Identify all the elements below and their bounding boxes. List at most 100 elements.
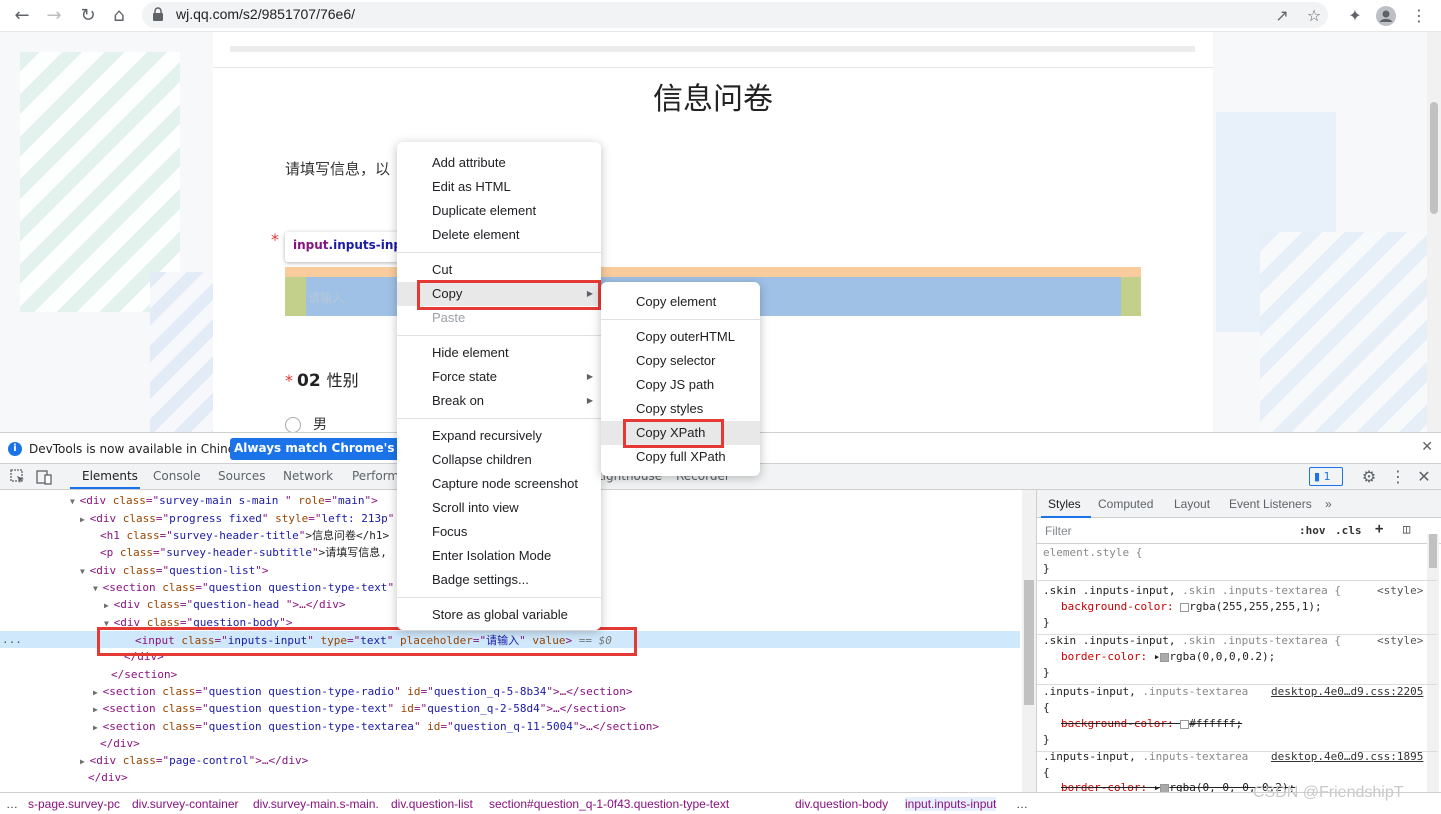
scrollbar-thumb[interactable] (1429, 534, 1437, 568)
breadcrumb-item[interactable]: div.survey-container (132, 797, 239, 811)
dom-node-row[interactable]: ▶ <div class="page-control">…</div> (80, 752, 308, 769)
tab-event-listeners[interactable]: Event Listeners (1229, 497, 1312, 511)
back-arrow-icon[interactable]: ← (10, 4, 34, 28)
scrollbar-thumb[interactable] (1024, 580, 1034, 705)
rule-source[interactable]: <style> (1377, 583, 1423, 599)
breadcrumb-item[interactable]: div.survey-main.s-main. (253, 797, 379, 811)
settings-gear-icon[interactable]: ⚙ (1357, 465, 1381, 489)
tab-sources[interactable]: Sources (218, 469, 265, 483)
expand-triangle-icon[interactable]: ▼ (93, 584, 103, 593)
toggle-sidebar-icon[interactable]: ◫ (1403, 522, 1410, 536)
menu-item-copy-element[interactable]: Copy element (601, 290, 760, 314)
close-icon[interactable]: ✕ (1412, 465, 1436, 489)
hov-button[interactable]: :hov (1299, 524, 1326, 537)
menu-item-copy-selector[interactable]: Copy selector (601, 349, 760, 373)
share-icon[interactable]: ↗ (1270, 4, 1294, 28)
menu-item-copy-outerhtml[interactable]: Copy outerHTML (601, 325, 760, 349)
dom-node-row[interactable]: ▼ <div class="survey-main s-main " role=… (70, 492, 378, 509)
dom-node-row[interactable]: ▼ <section class="question question-type… (93, 579, 394, 596)
collapsed-triangle-icon[interactable]: ▶ (93, 723, 103, 732)
breadcrumb-ellipsis[interactable]: … (1016, 797, 1028, 811)
forward-arrow-icon[interactable]: → (42, 4, 66, 28)
rule-source-link[interactable]: desktop.4e0…d9.css:1895 (1271, 749, 1423, 765)
tab-layout[interactable]: Layout (1174, 497, 1210, 511)
dom-node-row[interactable]: <p class="survey-header-subtitle">请填写信息, (100, 544, 387, 561)
bookmark-star-icon[interactable]: ☆ (1302, 4, 1326, 28)
dom-node-row[interactable]: </section> (111, 666, 177, 683)
kebab-menu-icon[interactable]: ⋮ (1386, 465, 1410, 489)
breadcrumb-item[interactable]: div.question-list (391, 797, 473, 811)
address-bar[interactable]: wj.qq.com/s2/9851707/76e6/ (142, 2, 1328, 28)
dom-node-row[interactable]: ▼ <div class="question-list"> (80, 562, 268, 579)
radio-button[interactable] (285, 417, 301, 432)
tab-computed[interactable]: Computed (1098, 497, 1153, 511)
menu-item-duplicate-element[interactable]: Duplicate element (397, 199, 601, 223)
menu-item-edit-as-html[interactable]: Edit as HTML (397, 175, 601, 199)
menu-item-force-state[interactable]: Force state ▶ (397, 365, 601, 389)
color-swatch[interactable] (1180, 719, 1190, 729)
menu-item-cut[interactable]: Cut (397, 258, 601, 282)
device-toolbar-icon[interactable] (36, 469, 52, 485)
home-icon[interactable]: ⌂ (107, 4, 131, 28)
rule-source[interactable]: <style> (1377, 633, 1423, 649)
breadcrumb-item-active[interactable]: input.inputs-input (905, 797, 997, 811)
style-declaration-overridden[interactable]: background-color: #ffffff; (1061, 716, 1242, 732)
breadcrumb-item[interactable]: div.question-body (795, 797, 888, 811)
tab-console[interactable]: Console (153, 469, 201, 483)
dom-node-row[interactable]: ▶ <div class="progress fixed" style="lef… (80, 510, 394, 527)
dom-node-row[interactable]: <h1 class="survey-header-title">信息问卷</h1… (100, 527, 389, 544)
rule-source-link[interactable]: desktop.4e0…d9.css:2205 (1271, 684, 1423, 700)
color-swatch[interactable] (1160, 652, 1170, 662)
match-language-button[interactable]: Always match Chrome's language (230, 438, 400, 460)
expand-triangle-icon[interactable]: ▼ (70, 497, 80, 506)
dom-node-row[interactable]: </div> (100, 735, 140, 752)
style-declaration[interactable]: border-color: ▸ rgba(0,0,0,0.2); (1061, 649, 1275, 665)
extensions-puzzle-icon[interactable]: ✦ (1343, 4, 1367, 28)
menu-item-badge-settings[interactable]: Badge settings... (397, 568, 601, 592)
profile-avatar-icon[interactable] (1374, 4, 1398, 28)
dom-node-row[interactable]: </div> (88, 769, 128, 786)
menu-item-copy-full-xpath[interactable]: Copy full XPath (601, 445, 760, 469)
styles-scrollbar[interactable] (1427, 534, 1439, 792)
collapsed-triangle-icon[interactable]: ▶ (80, 757, 90, 766)
inspect-element-icon[interactable] (10, 469, 26, 485)
dom-node-row[interactable]: ▶ <section class="question question-type… (93, 683, 633, 700)
menu-item-scroll-into-view[interactable]: Scroll into view (397, 496, 601, 520)
collapsed-triangle-icon[interactable]: ▶ (93, 688, 103, 697)
breadcrumb-item[interactable]: s-page.survey-pc (28, 797, 120, 811)
menu-item-delete-element[interactable]: Delete element (397, 223, 601, 247)
menu-item-add-attribute[interactable]: Add attribute (397, 151, 601, 175)
more-tabs-chevron-icon[interactable]: » (1325, 497, 1332, 511)
tab-network[interactable]: Network (283, 469, 333, 483)
collapsed-triangle-icon[interactable]: ▶ (104, 601, 114, 610)
tab-elements[interactable]: Elements (82, 469, 138, 483)
styles-filter-input[interactable]: Filter (1045, 524, 1072, 538)
expand-triangle-icon[interactable]: ▼ (80, 567, 90, 576)
elements-scrollbar[interactable] (1022, 490, 1036, 792)
new-rule-icon[interactable]: + (1375, 521, 1383, 537)
page-scrollbar[interactable] (1427, 32, 1441, 432)
url-text[interactable]: wj.qq.com/s2/9851707/76e6/ (176, 6, 355, 22)
breadcrumb-ellipsis[interactable]: … (6, 797, 18, 811)
menu-item-copy-styles[interactable]: Copy styles (601, 397, 760, 421)
color-swatch[interactable] (1180, 602, 1190, 612)
issues-badge[interactable]: ▮ 1 (1309, 467, 1343, 486)
menu-item-capture-node-screenshot[interactable]: Capture node screenshot (397, 472, 601, 496)
reload-icon[interactable]: ↻ (76, 4, 100, 28)
radio-option[interactable]: 男 (285, 414, 327, 432)
dom-node-row[interactable]: ▶ <div class="question-head ">…</div> (104, 596, 345, 613)
collapsed-triangle-icon[interactable]: ▶ (80, 515, 90, 524)
scrollbar-thumb[interactable] (1430, 102, 1438, 214)
breadcrumb-item[interactable]: section#question_q-1-0f43.question-type-… (489, 797, 729, 811)
row-actions-icon[interactable]: ... (2, 631, 22, 648)
menu-item-expand-recursively[interactable]: Expand recursively (397, 424, 601, 448)
menu-item-hide-element[interactable]: Hide element (397, 341, 601, 365)
kebab-menu-icon[interactable]: ⋮ (1407, 4, 1431, 28)
menu-item-enter-isolation-mode[interactable]: Enter Isolation Mode (397, 544, 601, 568)
collapsed-triangle-icon[interactable]: ▶ (93, 705, 103, 714)
cls-button[interactable]: .cls (1335, 524, 1362, 537)
menu-item-copy-js-path[interactable]: Copy JS path (601, 373, 760, 397)
close-icon[interactable]: ✕ (1421, 439, 1433, 455)
menu-item-focus[interactable]: Focus (397, 520, 601, 544)
color-swatch[interactable] (1160, 783, 1170, 792)
